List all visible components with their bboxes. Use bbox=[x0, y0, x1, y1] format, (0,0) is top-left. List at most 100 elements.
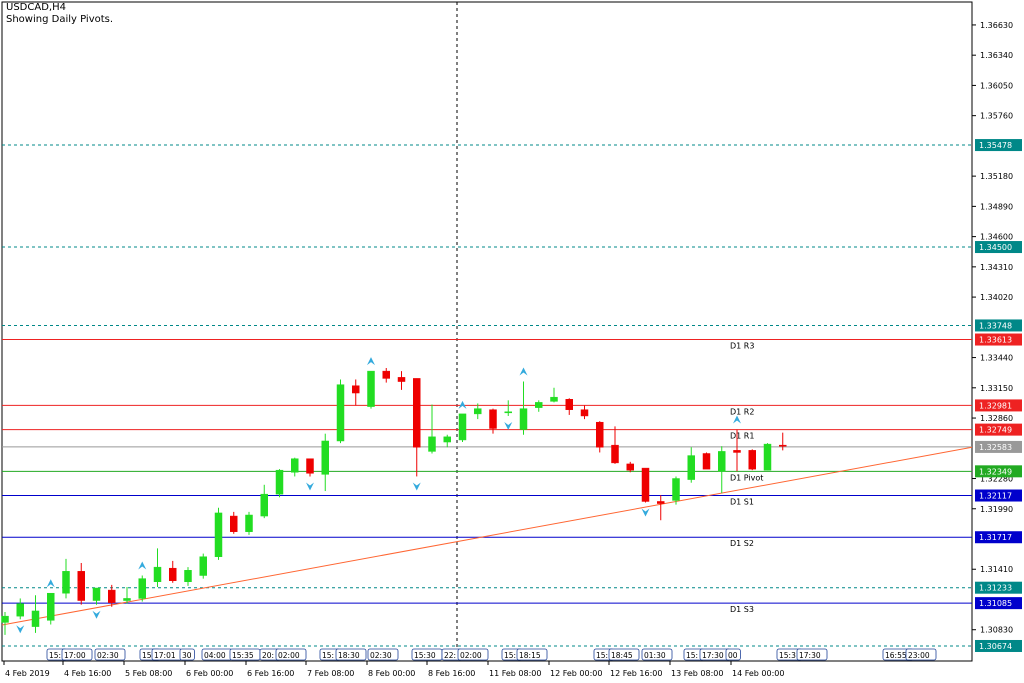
session-tag-label: 17:00 bbox=[64, 651, 86, 660]
candle-body bbox=[763, 443, 772, 471]
candle-body bbox=[230, 515, 238, 532]
price-tick-label: 1.36340 bbox=[980, 51, 1013, 60]
candle-body bbox=[428, 436, 436, 452]
pivot-level-tag-text: 1.32749 bbox=[979, 426, 1012, 435]
price-tick-label: 1.34890 bbox=[980, 202, 1013, 211]
fractal-up-arrow-icon bbox=[138, 561, 147, 570]
time-tick-label: 14 Feb 00:00 bbox=[732, 669, 784, 678]
session-tag-label: 15: bbox=[504, 651, 516, 660]
fractal-down-arrow-icon bbox=[504, 421, 513, 430]
session-tag-label: 15: bbox=[49, 651, 61, 660]
candle-body bbox=[733, 450, 741, 453]
candle-body bbox=[306, 458, 314, 474]
session-tag-label: 01:30 bbox=[644, 651, 666, 660]
price-tick-label: 1.34600 bbox=[980, 233, 1013, 242]
candle-body bbox=[31, 610, 40, 627]
pivot-levels-layer: D1 R3 D1 R2 D1 R1 D1 Pivot D1 S1 D1 S2 D1 S3 bbox=[2, 144, 972, 647]
dotted-level-tag-text: 1.34500 bbox=[979, 243, 1012, 252]
price-axis[interactable]: 1.36630 1.36340 1.36050 1.35760 1.35180 1.348… bbox=[972, 21, 1022, 652]
candle-body bbox=[352, 385, 360, 394]
candle-body bbox=[153, 566, 162, 583]
time-tick-label: 12 Feb 00:00 bbox=[550, 669, 602, 678]
session-tag-label: 15: bbox=[596, 651, 608, 660]
pivot-level-label: D1 S2 bbox=[730, 539, 754, 548]
session-tag-label: 23:00 bbox=[908, 651, 930, 660]
price-tick-label: 1.33440 bbox=[980, 354, 1013, 363]
candle-body bbox=[565, 399, 573, 410]
session-tag-label: 18:45 bbox=[611, 651, 633, 660]
fractal-up-arrow-icon bbox=[519, 367, 528, 376]
candle-body bbox=[291, 458, 299, 473]
candle-body bbox=[718, 451, 726, 472]
pivot-level-tag-text: 1.31717 bbox=[979, 533, 1012, 542]
session-tag-label: 04:00 bbox=[204, 651, 226, 660]
candle-body bbox=[138, 578, 146, 599]
time-tick-label: 8 Feb 16:00 bbox=[428, 669, 475, 678]
session-tag-label: 16:55 bbox=[885, 651, 907, 660]
candle-body bbox=[702, 453, 711, 470]
price-tick-label: 1.36050 bbox=[980, 81, 1013, 90]
pivot-level-label: D1 Pivot bbox=[730, 473, 763, 482]
dotted-level-tag-text: 1.33748 bbox=[979, 321, 1012, 330]
fractal-up-arrow-icon bbox=[458, 400, 467, 409]
candle-body bbox=[397, 377, 406, 382]
candle-body bbox=[77, 571, 85, 601]
candle-body bbox=[779, 444, 787, 447]
candle-body bbox=[275, 469, 284, 495]
trendline-layer bbox=[1, 446, 973, 626]
candle-body bbox=[367, 370, 375, 407]
pivot-level-tag-text: 1.32349 bbox=[979, 467, 1012, 476]
session-tag-label: 02:00 bbox=[278, 651, 300, 660]
candle-body bbox=[62, 571, 70, 594]
dotted-level-tag-text: 1.30674 bbox=[979, 642, 1012, 651]
session-tag-label: 17:30 bbox=[702, 651, 724, 660]
candle-body bbox=[92, 587, 101, 601]
session-tag-label: 18:15 bbox=[519, 651, 541, 660]
candlestick-chart[interactable]: D1 R3 D1 R2 D1 R1 D1 Pivot D1 S1 D1 S2 D1 S3 1… bbox=[0, 0, 1024, 683]
candle-body bbox=[687, 455, 695, 480]
session-tag-label: 02:30 bbox=[97, 651, 119, 660]
dotted-level-tag-text: 1.31233 bbox=[979, 584, 1012, 593]
fractal-down-arrow-icon bbox=[641, 508, 650, 517]
plot-frame bbox=[1, 1, 973, 662]
candle-body bbox=[123, 598, 131, 601]
session-tag-label: 15:30 bbox=[414, 651, 436, 660]
time-tick-label: 12 Feb 16:00 bbox=[610, 669, 662, 678]
pivot-level-label: D1 S1 bbox=[730, 498, 754, 507]
candle-body bbox=[657, 501, 665, 504]
candle-body bbox=[611, 444, 619, 464]
candle-body bbox=[260, 493, 268, 517]
candle-body bbox=[504, 411, 512, 414]
pivot-level-tag-text: 1.33613 bbox=[979, 336, 1012, 345]
price-tick-label: 1.33150 bbox=[980, 384, 1013, 393]
trendline bbox=[1, 446, 973, 626]
session-tag-label: 15: bbox=[322, 651, 334, 660]
price-tick-label: 1.34310 bbox=[980, 263, 1013, 272]
candle-body bbox=[535, 402, 543, 408]
fractal-down-arrow-icon bbox=[16, 625, 25, 634]
fractal-up-arrow-icon bbox=[46, 579, 55, 588]
session-tag-label: 18:30 bbox=[338, 651, 360, 660]
time-axis[interactable]: 4 Feb 2019 4 Feb 16:00 5 Feb 08:00 6 Feb 00… bbox=[3, 648, 937, 678]
candle-body bbox=[489, 409, 497, 429]
session-tag-label: 17:01 bbox=[154, 651, 176, 660]
candle-body bbox=[336, 384, 345, 442]
candle-body bbox=[580, 409, 589, 417]
candle-body bbox=[626, 463, 634, 471]
fractal-down-arrow-icon bbox=[306, 482, 314, 491]
session-tag-label: 02:30 bbox=[370, 651, 392, 660]
candle-body bbox=[47, 592, 55, 621]
candle-body bbox=[108, 589, 116, 603]
candle-body bbox=[748, 450, 756, 470]
candle-body bbox=[443, 436, 451, 443]
candle-body bbox=[519, 408, 528, 430]
time-tick-label: 6 Feb 16:00 bbox=[247, 669, 294, 678]
candle-body bbox=[214, 512, 223, 557]
session-tag-label: 30 bbox=[182, 651, 192, 660]
candle-body bbox=[321, 440, 329, 475]
session-tag-label: 22: bbox=[444, 651, 456, 660]
chart-window[interactable]: D1 R3 D1 R2 D1 R1 D1 Pivot D1 S1 D1 S2 D1 S3 1… bbox=[0, 0, 1024, 683]
candle-body bbox=[413, 378, 421, 448]
pivot-level-tag-text: 1.32981 bbox=[979, 401, 1012, 410]
price-tick-label: 1.34020 bbox=[980, 293, 1013, 302]
